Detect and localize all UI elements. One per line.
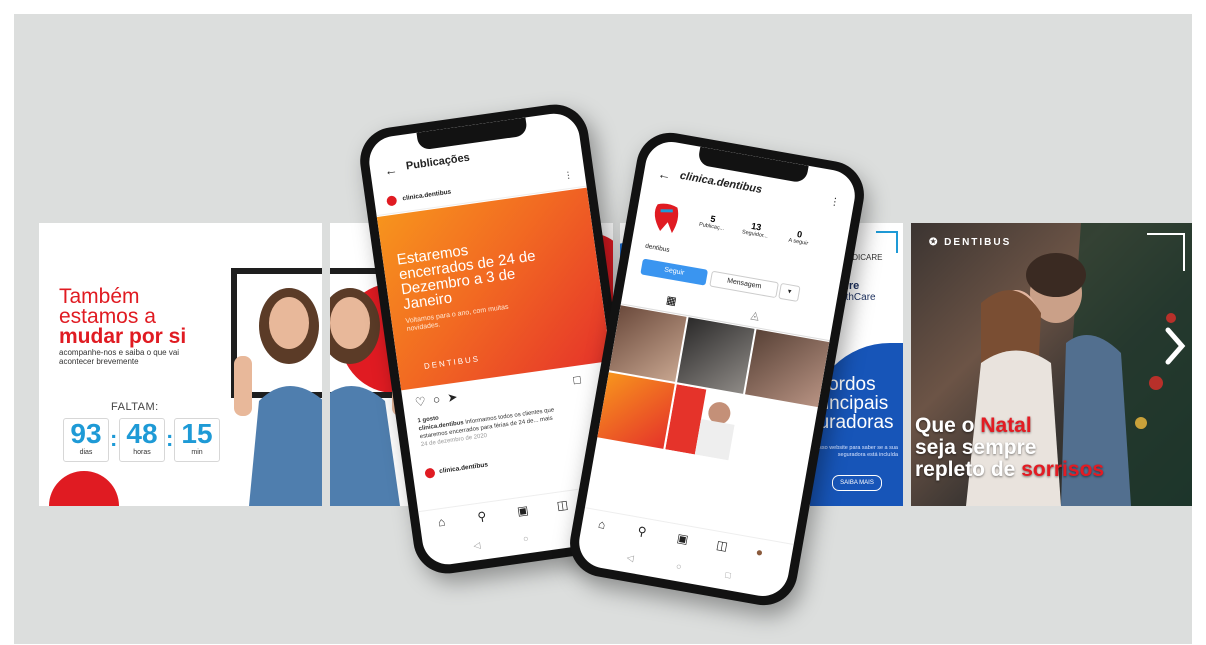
tooth-logo-icon bbox=[654, 203, 679, 234]
natal-line3-a: repleto de bbox=[915, 458, 1022, 481]
publications-title: Publicações bbox=[405, 151, 471, 173]
countdown-minutes-unit: min bbox=[191, 449, 203, 456]
post-logo: DENTIBUS bbox=[423, 354, 481, 371]
chevron-down-icon[interactable]: ▾ bbox=[778, 282, 801, 303]
natal-line1-b: Natal bbox=[980, 414, 1032, 437]
chevron-right-icon[interactable] bbox=[1162, 326, 1188, 366]
profile-name: dentibus bbox=[644, 242, 671, 254]
headline-line2: estamos a bbox=[59, 305, 156, 328]
faltam-label: FALTAM: bbox=[111, 401, 159, 413]
back-nav-icon[interactable]: ◁ bbox=[626, 552, 635, 564]
shop-icon[interactable]: ◫ bbox=[556, 497, 569, 512]
avatar[interactable] bbox=[424, 467, 436, 479]
countdown-colon: : bbox=[166, 426, 174, 451]
red-blob-shape bbox=[49, 471, 119, 506]
heart-icon[interactable]: ♡ bbox=[414, 394, 427, 409]
panel-countdown: Também estamos a mudar por si acompanhe-… bbox=[39, 223, 322, 506]
recents-nav-icon[interactable]: □ bbox=[725, 570, 732, 581]
countdown-days: 93 dias bbox=[63, 418, 109, 462]
countdown-hours-value: 48 bbox=[126, 418, 158, 449]
panel1-headline: Também estamos a mudar por si bbox=[59, 285, 187, 348]
search-icon[interactable]: ⚲ bbox=[637, 524, 648, 539]
back-nav-icon[interactable]: ◁ bbox=[473, 540, 481, 552]
countdown-hours: 48 horas bbox=[119, 418, 165, 462]
post-title: Estaremos encerrados de 24 de Dezembro a… bbox=[395, 241, 537, 314]
corner-bracket bbox=[1147, 233, 1185, 271]
post-image[interactable]: Estaremos encerrados de 24 de Dezembro a… bbox=[376, 187, 612, 391]
countdown-colon: : bbox=[110, 426, 118, 451]
avatar[interactable] bbox=[386, 195, 398, 207]
message-button[interactable]: Mensagem bbox=[709, 270, 779, 299]
panel1-subtitle: acompanhe-nos e saiba o que vai acontece… bbox=[59, 348, 180, 366]
home-nav-icon[interactable]: ○ bbox=[675, 561, 682, 572]
natal-line1-a: Que o bbox=[915, 414, 981, 437]
dentibus-logo: ✪ DENTIBUS bbox=[929, 237, 1011, 248]
home-nav-icon[interactable]: ○ bbox=[522, 533, 529, 544]
stat-following[interactable]: 0 A seguir bbox=[778, 226, 820, 249]
countdown-hours-unit: horas bbox=[133, 449, 151, 456]
grid-post-4[interactable] bbox=[597, 372, 675, 449]
grid-post-2[interactable] bbox=[677, 317, 755, 394]
stat-posts[interactable]: 5 Publicaç... bbox=[691, 211, 733, 234]
grid-post-1[interactable] bbox=[609, 305, 687, 382]
post-actions: ♡ ○ ➤ □ bbox=[414, 372, 582, 409]
profile-icon[interactable]: ● bbox=[755, 545, 765, 560]
corner-bracket bbox=[876, 231, 898, 253]
more-icon[interactable]: ⋮ bbox=[563, 169, 573, 181]
natal-line2: seja sempre bbox=[915, 436, 1037, 459]
back-arrow-icon[interactable]: ← bbox=[657, 166, 672, 183]
countdown-minutes: 15 min bbox=[174, 418, 220, 462]
search-icon[interactable]: ⚲ bbox=[477, 509, 488, 524]
headline-line3: mudar por si bbox=[59, 325, 187, 348]
back-arrow-icon[interactable]: ← bbox=[383, 162, 398, 179]
mockup-stage: Também estamos a mudar por si acompanhe-… bbox=[14, 14, 1192, 644]
natal-line3-b: sorrisos bbox=[1021, 458, 1105, 481]
headline-line1: Também bbox=[59, 285, 140, 308]
tooth-icon: ✪ bbox=[929, 237, 940, 248]
dentibus-logo-text: DENTIBUS bbox=[944, 237, 1012, 248]
comment-icon[interactable]: ○ bbox=[432, 392, 441, 407]
share-icon[interactable]: ➤ bbox=[446, 390, 458, 405]
bookmark-icon[interactable]: □ bbox=[572, 372, 581, 387]
saiba-mais-button[interactable]: SAIBA MAIS bbox=[832, 475, 882, 491]
home-icon[interactable]: ⌂ bbox=[597, 517, 607, 532]
phone2-screen: ← clinica.dentibus ⋮ 5 Publicaç... 13 Se… bbox=[575, 137, 859, 601]
next-post-account[interactable]: clinica.dentibus bbox=[439, 461, 489, 475]
reels-icon[interactable]: ▣ bbox=[676, 531, 690, 547]
follow-button[interactable]: Seguir bbox=[640, 258, 709, 286]
more-icon[interactable]: ⋮ bbox=[829, 196, 841, 209]
countdown-days-unit: dias bbox=[79, 449, 93, 456]
post-account[interactable]: clinica.dentibus bbox=[402, 189, 452, 203]
countdown-days-value: 93 bbox=[70, 418, 102, 449]
grid-post-5[interactable] bbox=[665, 384, 743, 461]
stat-followers[interactable]: 13 Seguidor... bbox=[735, 218, 777, 241]
phone-profile: ← clinica.dentibus ⋮ 5 Publicaç... 13 Se… bbox=[564, 127, 870, 611]
home-icon[interactable]: ⌂ bbox=[437, 515, 446, 530]
countdown-minutes-value: 15 bbox=[181, 418, 213, 449]
profile-stats: 5 Publicaç... 13 Seguidor... 0 A seguir bbox=[691, 211, 842, 247]
next-post-header: clinica.dentibus bbox=[424, 456, 489, 483]
shop-icon[interactable]: ◫ bbox=[715, 538, 729, 554]
tagged-icon[interactable]: ◬ bbox=[750, 308, 761, 322]
grid-icon[interactable]: ▦ bbox=[665, 293, 678, 308]
reels-icon[interactable]: ▣ bbox=[516, 503, 529, 518]
woman-photo bbox=[234, 288, 322, 506]
grid-post-3[interactable] bbox=[745, 329, 830, 408]
phone-notch bbox=[416, 117, 528, 151]
natal-headline: Que o Natal seja sempre repleto de sorri… bbox=[915, 415, 1104, 481]
insurance-note: nosso website para saber se a sua segura… bbox=[813, 445, 898, 458]
